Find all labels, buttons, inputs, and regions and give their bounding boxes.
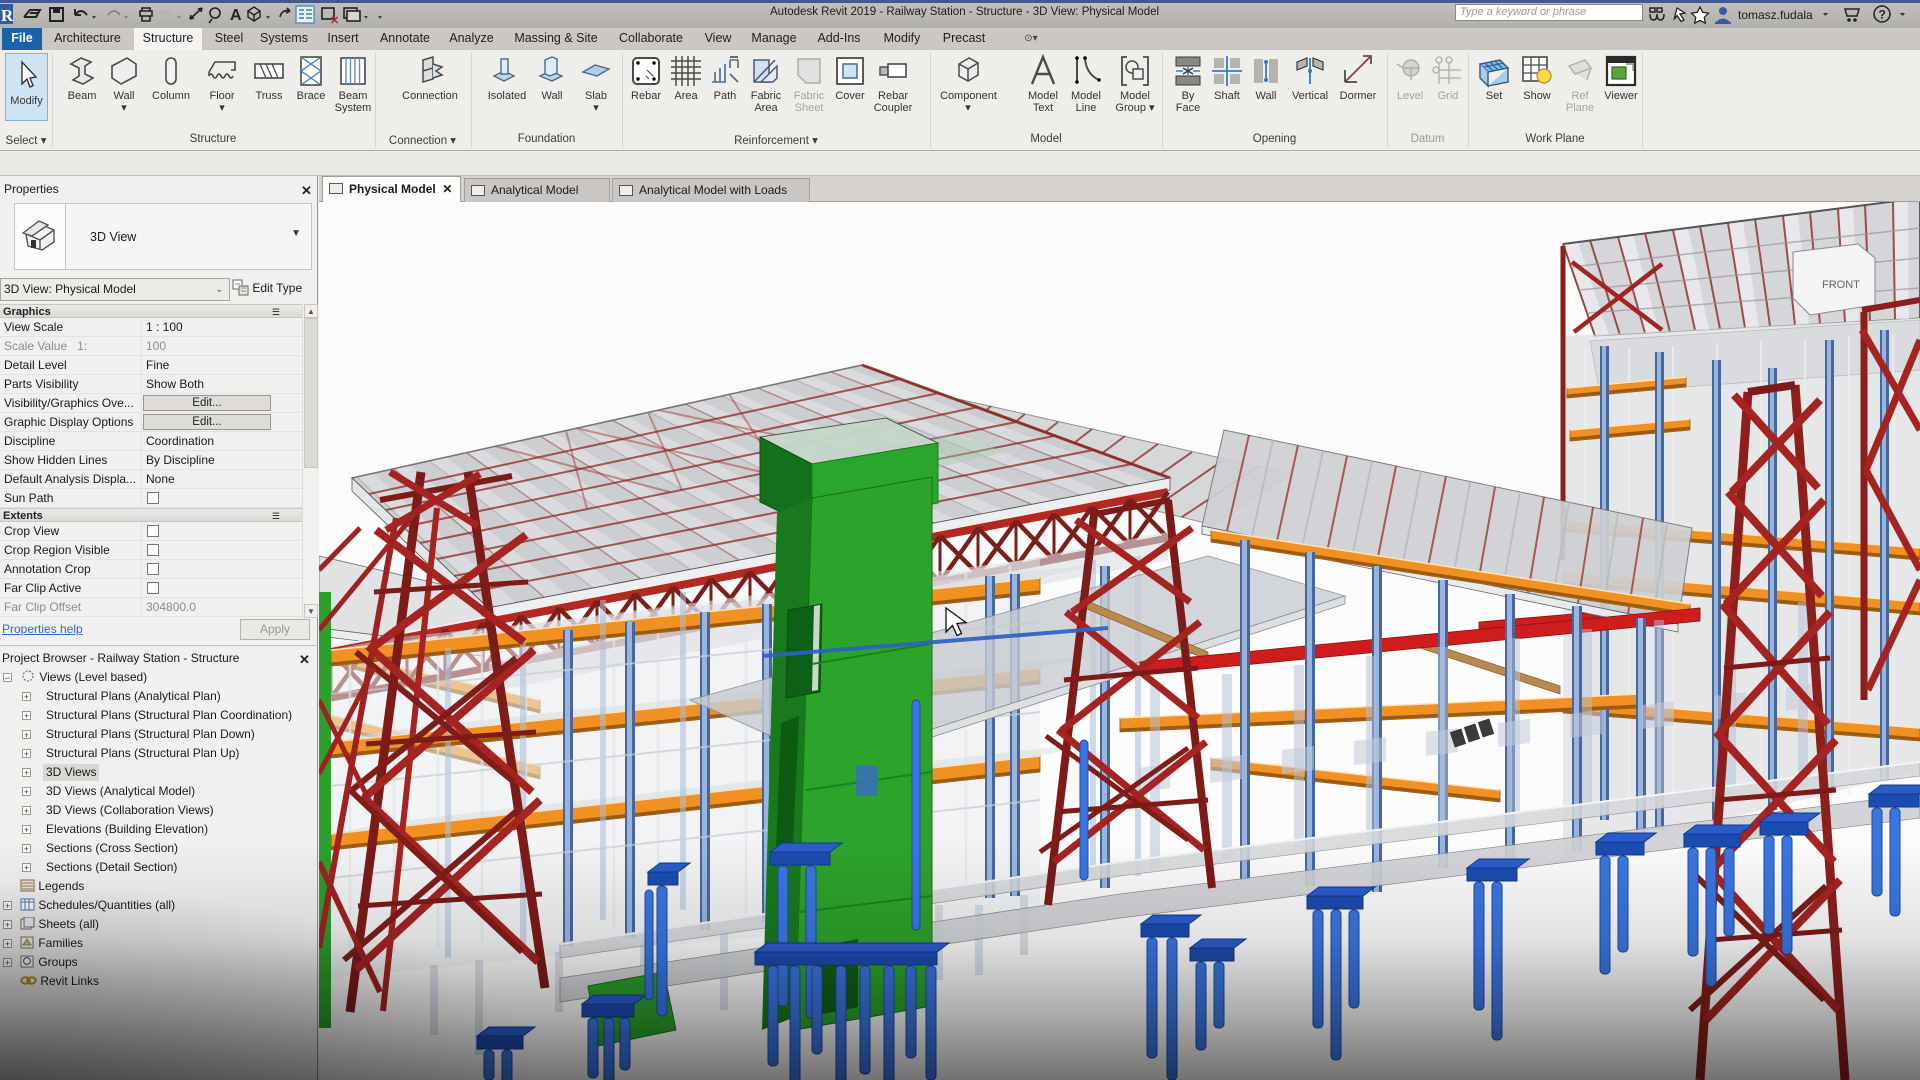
svg-text:tomasz.fudala: tomasz.fudala: [1738, 8, 1813, 22]
svg-text:FRONT: FRONT: [1822, 279, 1860, 291]
svg-text:R: R: [1, 6, 14, 25]
svg-text:✕: ✕: [330, 15, 339, 27]
svg-text:?: ?: [1879, 8, 1886, 22]
svg-text:A: A: [230, 7, 242, 24]
